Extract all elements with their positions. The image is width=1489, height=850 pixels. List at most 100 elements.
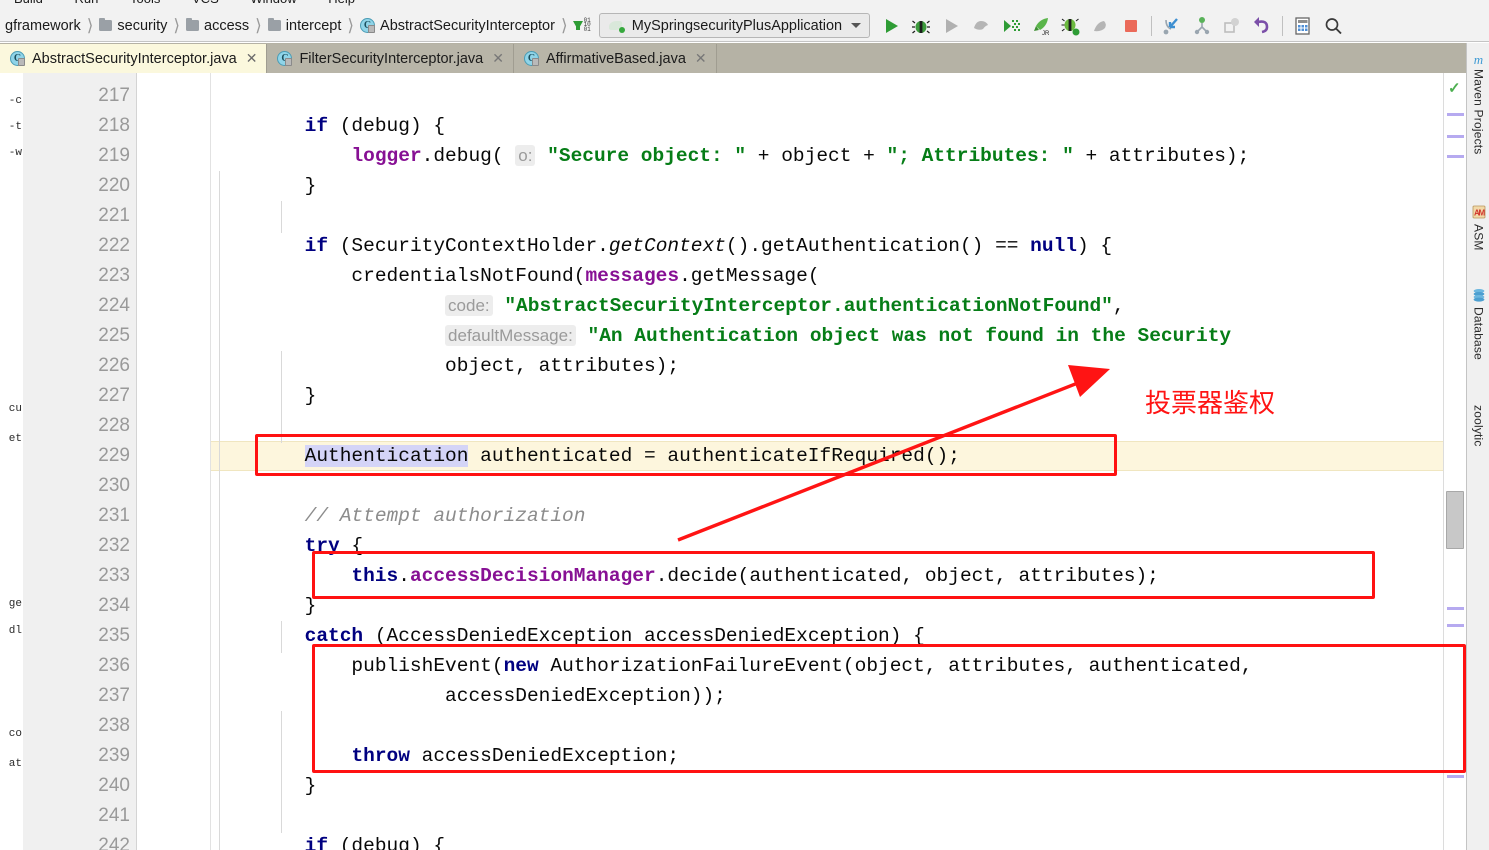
rollback-button[interactable] bbox=[1247, 11, 1277, 41]
marker-line[interactable] bbox=[1447, 135, 1464, 138]
menu-item-run[interactable]: Run bbox=[61, 0, 113, 6]
code-line[interactable]: Authentication authenticated = authentic… bbox=[211, 441, 1466, 471]
code-token: , bbox=[1112, 295, 1125, 317]
code-line[interactable]: logger.debug( o: "Secure object: " + obj… bbox=[211, 141, 1466, 171]
tab-label: AbstractSecurityInterceptor.java bbox=[32, 50, 237, 67]
breadcrumb[interactable]: gframework ⟩ security ⟩ access ⟩ interce… bbox=[0, 10, 569, 41]
code-line[interactable]: try { bbox=[211, 531, 1466, 561]
breadcrumb-item-intercept[interactable]: intercept bbox=[263, 10, 347, 41]
code-line[interactable]: } bbox=[211, 381, 1466, 411]
code-line[interactable]: accessDeniedException)); bbox=[211, 681, 1466, 711]
editor-tab-filtersecurityinterceptor[interactable]: C FilterSecurityInterceptor.java ✕ bbox=[267, 44, 514, 73]
close-icon[interactable]: ✕ bbox=[246, 50, 258, 67]
tool-button-database[interactable]: Database bbox=[1467, 288, 1489, 360]
code-line[interactable]: credentialsNotFound(messages.getMessage( bbox=[211, 261, 1466, 291]
jrebel-debug-button[interactable] bbox=[1056, 11, 1086, 41]
marker-line[interactable] bbox=[1447, 775, 1464, 778]
code-line[interactable] bbox=[211, 711, 1466, 741]
code-line[interactable] bbox=[211, 801, 1466, 831]
menu-item-tools[interactable]: Tools bbox=[116, 0, 174, 6]
code-token: accessDecisionManager bbox=[409, 565, 656, 587]
tool-button-maven-projects[interactable]: m Maven Projects bbox=[1467, 53, 1489, 155]
code-line[interactable]: if (debug) { bbox=[211, 831, 1466, 850]
jrebel-run-button[interactable]: JR bbox=[1026, 11, 1056, 41]
code-line[interactable]: this.accessDecisionManager.decide(authen… bbox=[211, 561, 1466, 591]
run-configuration-label: MySpringsecurityPlusApplication bbox=[631, 17, 843, 34]
breadcrumb-separator-icon: ⟩ bbox=[560, 15, 568, 35]
code-line[interactable]: } bbox=[211, 591, 1466, 621]
checkmark-icon[interactable]: ✓ bbox=[1448, 81, 1461, 96]
tool-button-label: ASM bbox=[1471, 224, 1486, 251]
run-button[interactable] bbox=[876, 11, 906, 41]
menu-item-window[interactable]: Window bbox=[236, 0, 310, 6]
marker-line[interactable] bbox=[1447, 113, 1464, 116]
update-project-button[interactable] bbox=[1217, 11, 1247, 41]
run-dashboard-button[interactable] bbox=[996, 11, 1026, 41]
code-text-area[interactable]: if (debug) { logger.debug( o: "Secure ob… bbox=[211, 73, 1466, 850]
run-with-coverage-button[interactable] bbox=[936, 11, 966, 41]
editor-gutter[interactable]: 217 218 219 220 221 222 223 224 225 226 227 228 229 2… bbox=[23, 73, 137, 850]
code-line[interactable] bbox=[211, 411, 1466, 441]
attach-process-button[interactable] bbox=[1086, 11, 1116, 41]
breadcrumb-item-security[interactable]: security bbox=[94, 10, 172, 41]
editor-tab-affirmativebased[interactable]: C AffirmativeBased.java ✕ bbox=[513, 44, 717, 73]
menu-item-help[interactable]: Help bbox=[314, 0, 369, 6]
marker-line[interactable] bbox=[1447, 607, 1464, 610]
code-line[interactable] bbox=[211, 471, 1466, 501]
code-line[interactable]: // Attempt authorization bbox=[211, 501, 1466, 531]
run-configuration-selector[interactable]: MySpringsecurityPlusApplication bbox=[598, 13, 871, 38]
code-line[interactable]: object, attributes); bbox=[211, 351, 1466, 381]
menu-bar[interactable]: Build Run Tools VCS Window Help bbox=[0, 0, 1489, 10]
debug-button[interactable] bbox=[906, 11, 936, 41]
line-number: 238 bbox=[98, 715, 130, 736]
code-token: Authentication bbox=[304, 445, 469, 467]
menu-item-vcs[interactable]: VCS bbox=[178, 0, 233, 6]
tab-label: FilterSecurityInterceptor.java bbox=[299, 50, 484, 67]
marker-line[interactable] bbox=[1447, 624, 1464, 627]
code-line[interactable]: throw accessDeniedException; bbox=[211, 741, 1466, 771]
code-editor[interactable]: 217 218 219 220 221 222 223 224 225 226 227 228 229 2… bbox=[23, 73, 1466, 850]
tool-button-zoolytic[interactable]: zoolytic bbox=[1467, 405, 1489, 447]
menu-items[interactable]: Build Run Tools VCS Window Help bbox=[0, 0, 369, 6]
profile-button[interactable] bbox=[966, 11, 996, 41]
code-line[interactable]: } bbox=[211, 771, 1466, 801]
close-icon[interactable]: ✕ bbox=[492, 50, 504, 67]
download-icon[interactable]: 01 10 01 bbox=[572, 17, 591, 33]
code-line[interactable] bbox=[211, 81, 1466, 111]
search-icon[interactable] bbox=[1318, 11, 1348, 41]
marker-line[interactable] bbox=[1447, 155, 1464, 158]
chevron-down-icon[interactable] bbox=[851, 23, 862, 28]
structure-button[interactable] bbox=[1288, 11, 1318, 41]
code-line[interactable]: if (SecurityContextHolder.getContext().g… bbox=[211, 231, 1466, 261]
toolbar-divider bbox=[1151, 15, 1153, 36]
code-token: (debug) { bbox=[328, 115, 446, 137]
breadcrumb-item-abstractsecurityinterceptor[interactable]: C AbstractSecurityInterceptor bbox=[355, 10, 560, 41]
code-line[interactable]: publishEvent(new AuthorizationFailureEve… bbox=[211, 651, 1466, 681]
code-line[interactable]: catch (AccessDeniedException accessDenie… bbox=[211, 621, 1466, 651]
breadcrumb-label: access bbox=[204, 17, 250, 34]
code-line[interactable]: } bbox=[211, 171, 1466, 201]
line-number: 235 bbox=[98, 625, 130, 646]
tool-button-asm[interactable]: A M ASM bbox=[1467, 205, 1489, 251]
code-line[interactable]: if (debug) { bbox=[211, 111, 1466, 141]
stop-button[interactable] bbox=[1116, 11, 1146, 41]
code-line[interactable]: code: "AbstractSecurityInterceptor.authe… bbox=[211, 291, 1466, 321]
collapsed-left-panel[interactable]: -c -t -w cu et ge dl co at bbox=[0, 73, 23, 850]
step-into-button[interactable] bbox=[1157, 11, 1187, 41]
breadcrumb-item-gframework[interactable]: gframework bbox=[0, 10, 86, 41]
code-line[interactable]: defaultMessage: "An Authentication objec… bbox=[211, 321, 1466, 351]
editor-marker-scrollbar[interactable]: ✓ bbox=[1443, 73, 1466, 850]
breadcrumb-item-access[interactable]: access bbox=[181, 10, 254, 41]
code-token: if bbox=[304, 835, 329, 850]
editor-tab-abstractsecurityinterceptor[interactable]: C AbstractSecurityInterceptor.java ✕ bbox=[0, 44, 268, 73]
code-token: AuthorizationFailureEvent(object, attrib… bbox=[538, 655, 1253, 677]
menu-item-build[interactable]: Build bbox=[0, 0, 57, 6]
close-icon[interactable]: ✕ bbox=[695, 50, 707, 67]
scrollbar-thumb[interactable] bbox=[1446, 491, 1464, 549]
code-line[interactable] bbox=[211, 201, 1466, 231]
editor-fold-column[interactable] bbox=[137, 73, 211, 850]
commit-button[interactable] bbox=[1187, 11, 1217, 41]
